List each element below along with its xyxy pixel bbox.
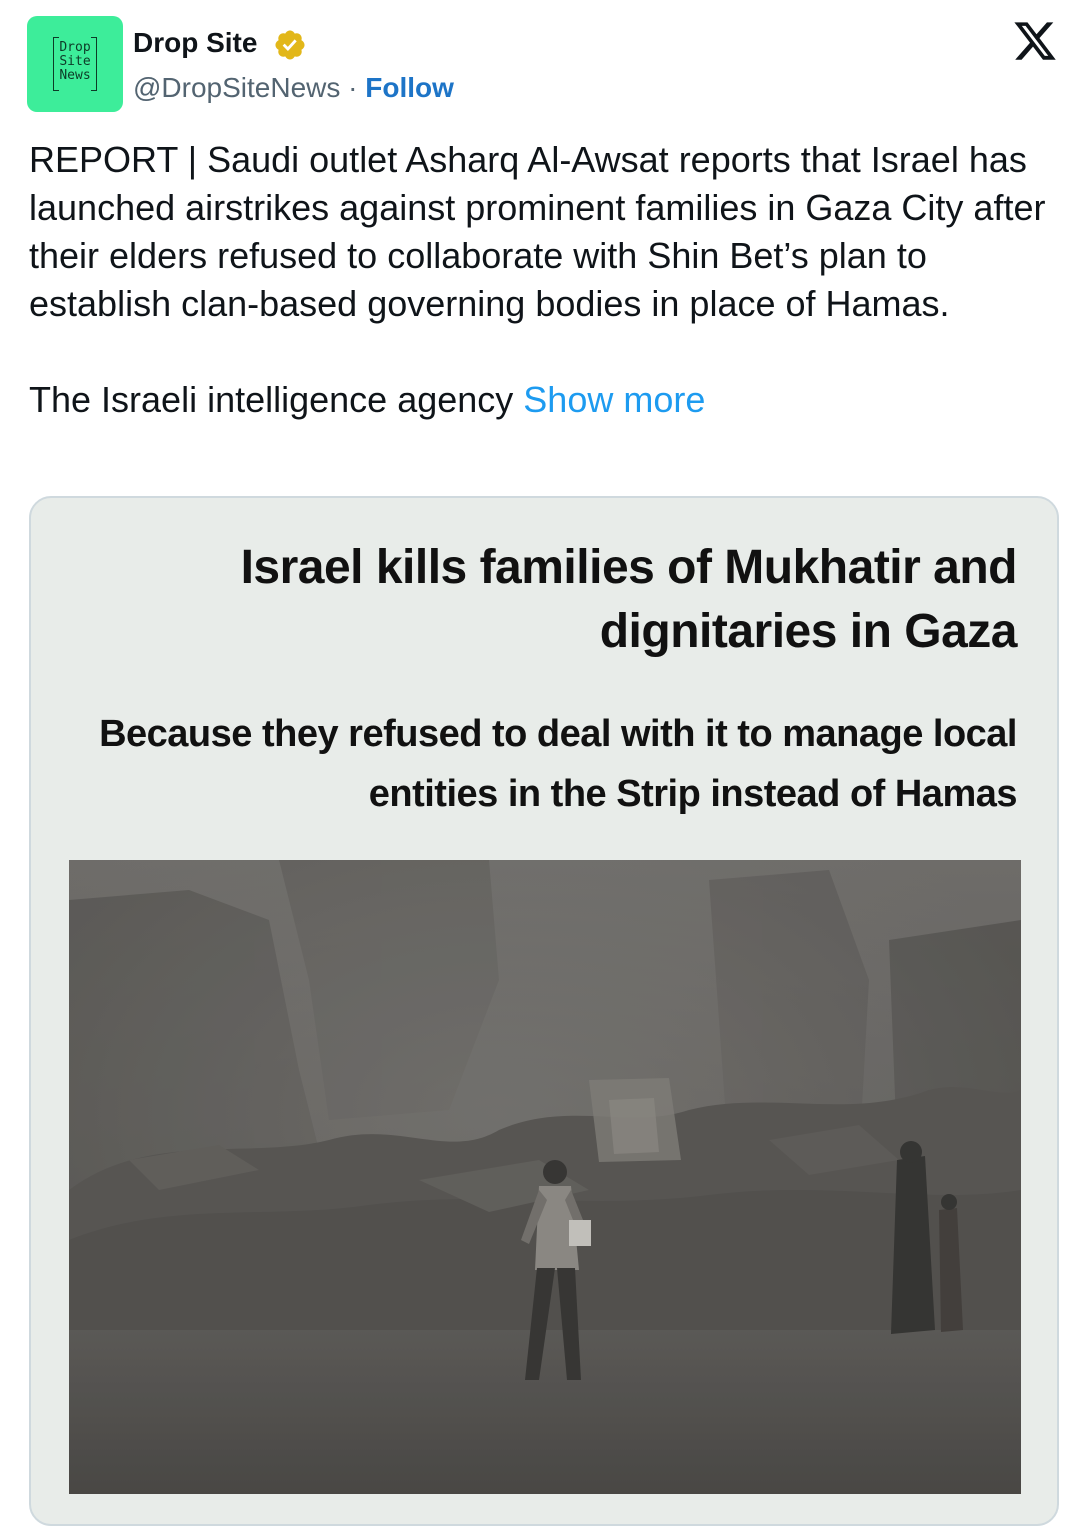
media-card[interactable]: Israel kills families of Mukhatir and di… xyxy=(29,496,1059,1526)
logo-word-news: News xyxy=(59,68,91,83)
tweet-text: REPORT | Saudi outlet Asharq Al-Awsat re… xyxy=(29,136,1069,424)
author-display-name[interactable]: Drop Site xyxy=(133,25,257,61)
x-logo-icon[interactable] xyxy=(1011,18,1059,64)
rubble-street-photo xyxy=(69,860,1021,1494)
verified-badge-icon xyxy=(275,30,305,60)
tweet-paragraph-text: The Israeli intelligence agency xyxy=(29,379,514,420)
drop-site-news-logo: Drop Site News xyxy=(53,37,97,91)
card-subheadline: Because they refused to deal with it to … xyxy=(99,713,1017,815)
logo-word-site: Site xyxy=(59,54,91,69)
author-handle[interactable]: @DropSiteNews xyxy=(133,72,340,103)
card-headline: Israel kills families of Mukhatir and di… xyxy=(240,541,1018,658)
handle-separator: · xyxy=(348,72,358,103)
tweet-paragraph: REPORT | Saudi outlet Asharq Al-Awsat re… xyxy=(29,139,1046,324)
avatar[interactable]: Drop Site News xyxy=(27,16,123,112)
logo-word-drop: Drop xyxy=(59,40,91,55)
handle-line: @DropSiteNews · Follow xyxy=(133,70,454,106)
photo-illustration xyxy=(69,860,1021,1494)
follow-button[interactable]: Follow xyxy=(365,72,454,103)
tweet-paragraph-truncated: The Israeli intelligence agency Show mor… xyxy=(29,376,1069,424)
show-more-link[interactable]: Show more xyxy=(523,379,705,420)
